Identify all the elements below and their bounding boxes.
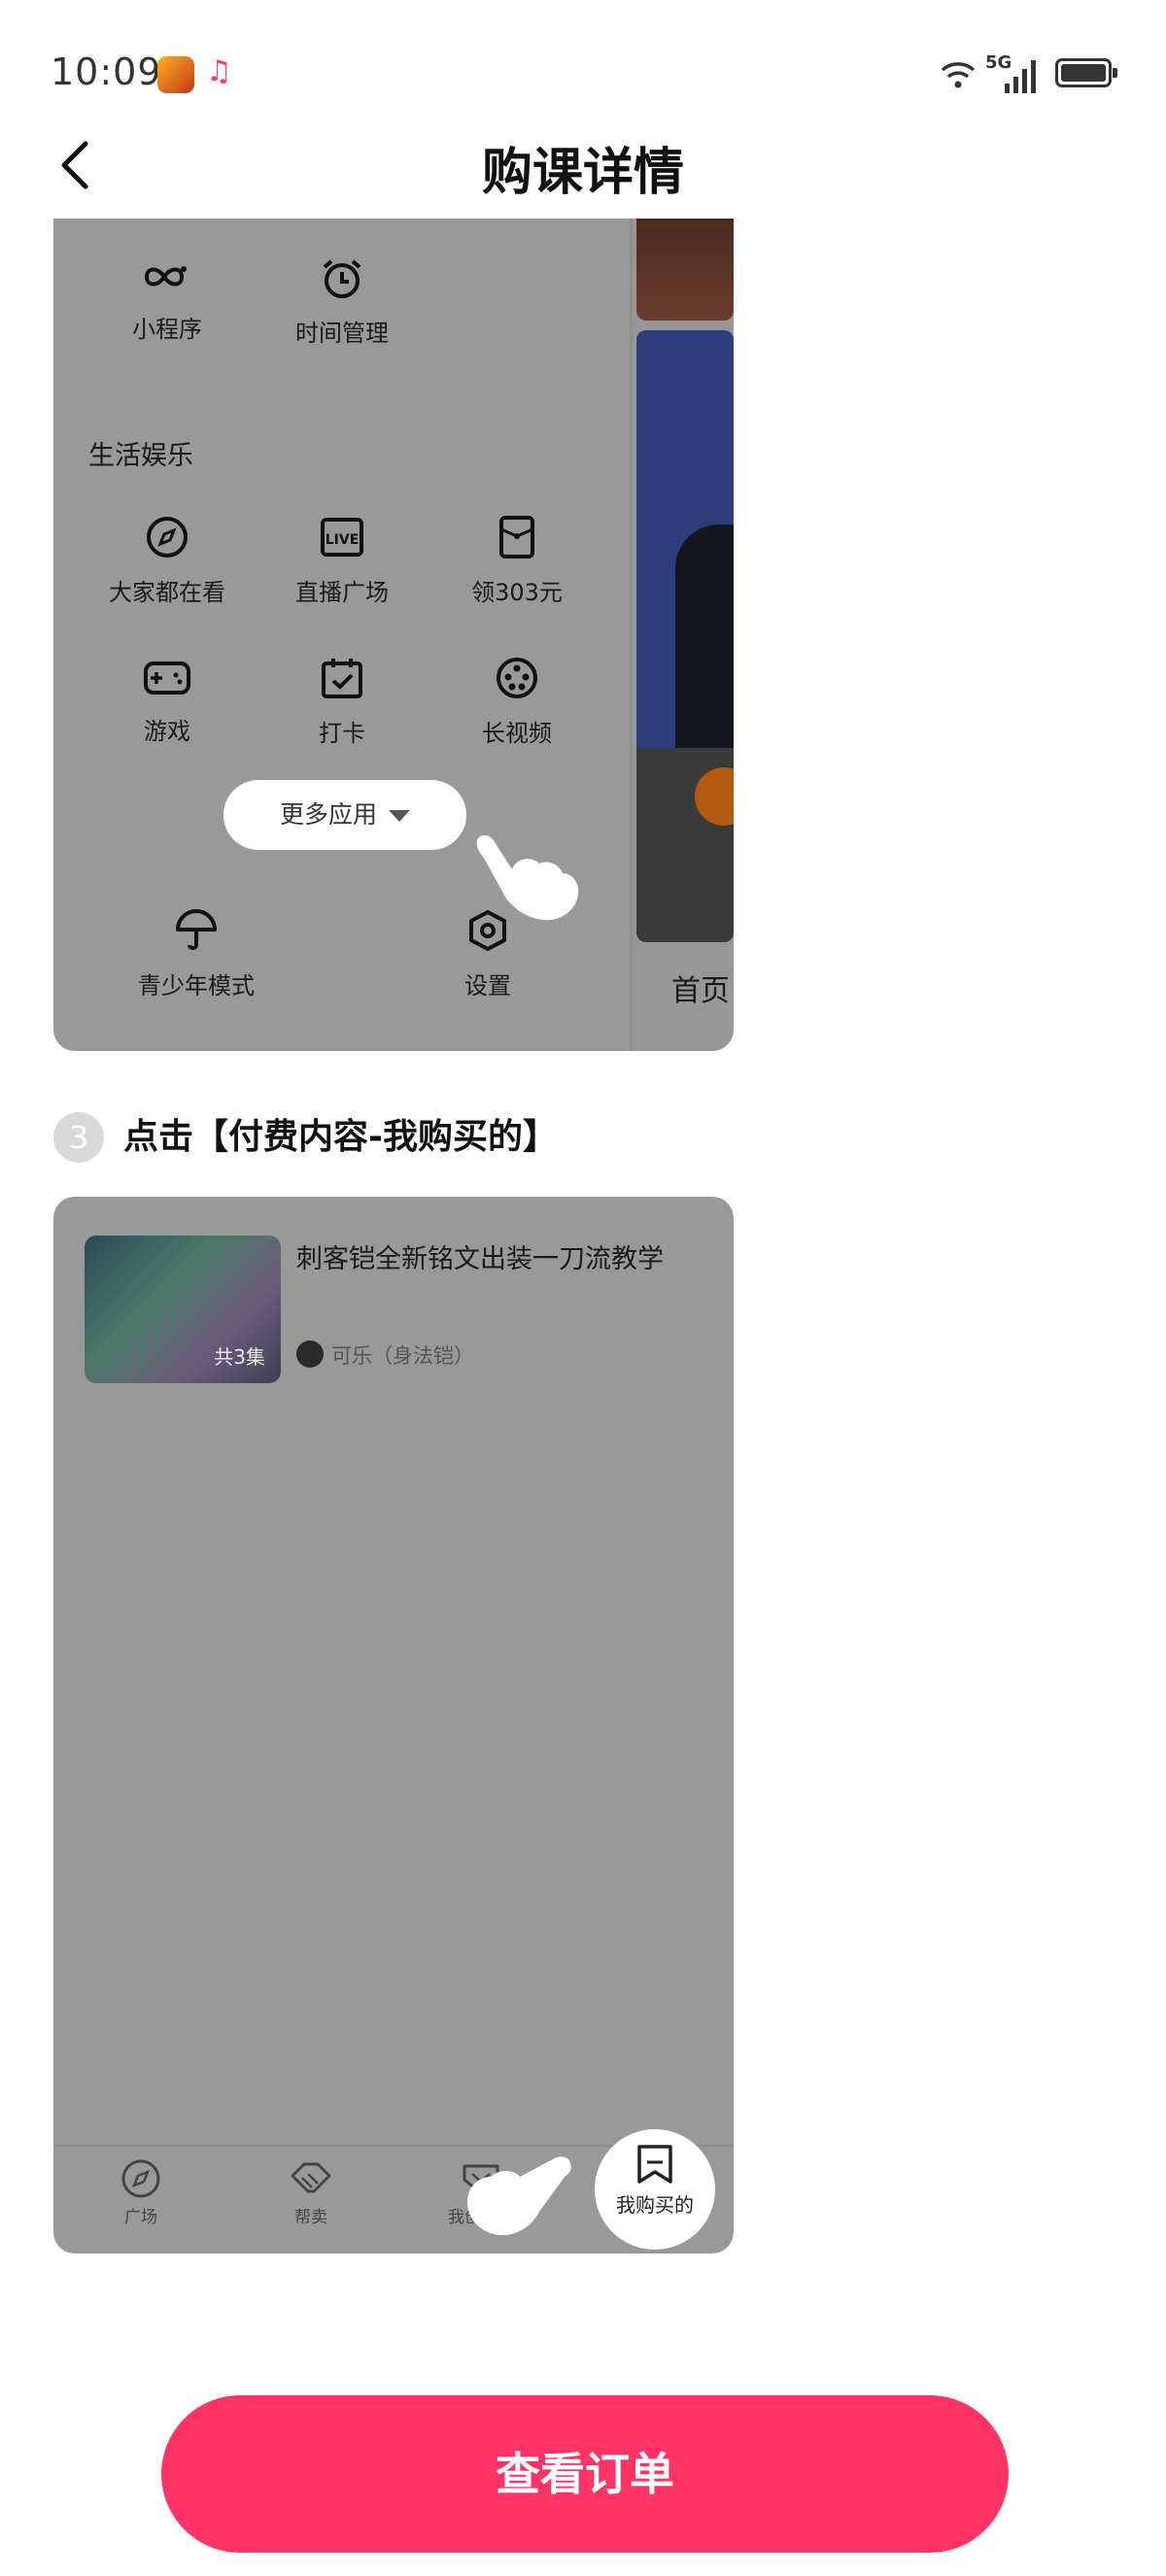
battery-icon <box>1055 58 1117 87</box>
grid-item-label: 大家都在看 <box>109 579 225 606</box>
grid-item-label: 打卡 <box>319 720 365 747</box>
grid-item-mini-program: 小程序 <box>80 257 255 344</box>
signal-icon <box>1005 60 1036 93</box>
grid-item-live-plaza: LIVE 直播广场 <box>255 515 429 607</box>
tab-label: 广场 <box>124 2208 157 2227</box>
step-number: 3 <box>53 1112 104 1163</box>
film-reel-icon <box>497 658 537 698</box>
grid-item-time-management: 时间管理 <box>255 257 429 348</box>
status-bar: 10:09 ♫ 5G <box>0 0 1166 146</box>
grid-item-label: 长视频 <box>482 720 552 747</box>
compass-icon <box>147 517 188 558</box>
grid-item-label: 游戏 <box>144 718 190 745</box>
more-apps-label: 更多应用 <box>279 800 377 829</box>
grid-item-games: 游戏 <box>80 656 255 746</box>
more-apps-button: 更多应用 <box>223 780 466 850</box>
compass-icon <box>121 2159 160 2198</box>
pointing-hand-icon <box>467 2156 571 2236</box>
handshake-icon <box>291 2162 331 2193</box>
tutorial-screenshot-purchased: 共3集 刺客铠全新铭文出装一刀流教学 可乐（身法铠） 广场 帮卖 我创建的 <box>53 1197 734 2254</box>
tab-plaza: 广场 <box>83 2158 199 2227</box>
svg-text:LIVE: LIVE <box>326 532 360 548</box>
video-lower-section <box>636 748 734 942</box>
tab-help-sell: 帮卖 <box>253 2158 369 2227</box>
red-packet-icon <box>499 516 534 559</box>
gamepad-icon <box>144 661 190 695</box>
tutorial-screenshot-menu: 小程序 时间管理 生活娱乐 大家都在看 LIVE 直播广场 领303元 游戏 打… <box>53 219 734 1051</box>
side-tab-home: 首页 <box>671 974 730 1008</box>
view-orders-button[interactable]: 查看订单 <box>161 2395 1009 2553</box>
grid-item-claim-coupon: 领303元 <box>429 515 604 607</box>
grid-item-teen-mode: 青少年模式 <box>109 908 284 1000</box>
my-purchased-label: 我购买的 <box>616 2193 694 2217</box>
caret-down-icon <box>389 810 410 822</box>
emblem-badge <box>695 767 734 826</box>
course-title: 刺客铠全新铭文出装一刀流教学 <box>296 1244 664 1274</box>
calendar-check-icon <box>322 659 362 698</box>
grid-item-label: 直播广场 <box>295 579 389 606</box>
wifi-icon <box>941 62 976 88</box>
my-purchased-bubble: 我购买的 <box>595 2129 715 2250</box>
grid-item-label: 青少年模式 <box>138 972 255 1000</box>
grid-item-long-video: 长视频 <box>429 656 604 748</box>
alarm-clock-icon <box>323 259 361 298</box>
tab-label: 帮卖 <box>294 2208 327 2227</box>
status-time: 10:09 <box>51 51 162 93</box>
grid-item-label: 设置 <box>464 972 511 1000</box>
step-text: 点击【付费内容-我购买的】 <box>123 1117 558 1157</box>
grid-item-label: 时间管理 <box>295 320 389 347</box>
grid-item-label: 领303元 <box>471 579 563 606</box>
grid-item-settings: 设置 <box>400 908 575 1000</box>
umbrella-icon <box>176 909 217 950</box>
mini-program-icon <box>144 266 187 287</box>
video-thumbnail <box>636 330 734 942</box>
grid-item-everyone-watching: 大家都在看 <box>80 515 255 607</box>
section-title: 生活娱乐 <box>88 441 193 471</box>
game-app-icon <box>157 56 194 93</box>
settings-hexagon-icon <box>469 910 506 951</box>
page-title: 购课详情 <box>481 144 684 202</box>
music-note-icon: ♫ <box>206 54 232 88</box>
video-thumbnail <box>636 219 734 321</box>
course-author: 可乐（身法铠） <box>331 1344 474 1368</box>
course-thumbnail: 共3集 <box>85 1236 281 1383</box>
bookmark-icon <box>637 2145 672 2184</box>
grid-item-check-in: 打卡 <box>255 656 429 748</box>
grid-item-label: 小程序 <box>132 316 202 343</box>
live-icon: LIVE <box>321 518 363 557</box>
avatar <box>296 1340 324 1368</box>
episode-count: 共3集 <box>214 1345 265 1369</box>
